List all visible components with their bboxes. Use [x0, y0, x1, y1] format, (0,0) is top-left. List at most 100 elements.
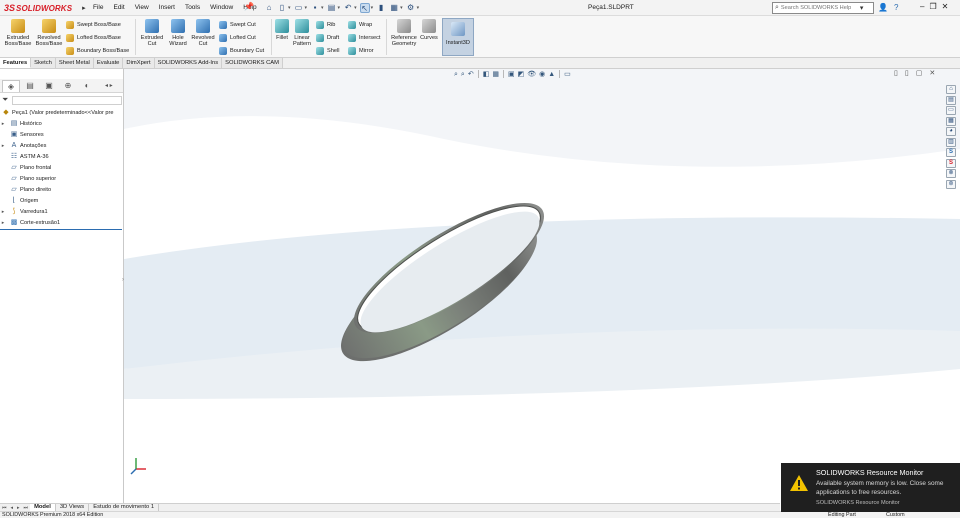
instant3d-button[interactable]: Instant3D: [442, 18, 474, 56]
open-folder-icon[interactable]: ▭: [294, 3, 304, 13]
undo-dropdown-icon[interactable]: ▾: [354, 5, 357, 11]
new-dropdown-icon[interactable]: ▾: [288, 5, 291, 11]
tab-solidworks-add-ins[interactable]: SOLIDWORKS Add-Ins: [154, 58, 223, 68]
file-properties-icon[interactable]: ▦: [389, 3, 399, 13]
save-dropdown-icon[interactable]: ▾: [321, 5, 324, 11]
save-icon[interactable]: ▪: [310, 3, 320, 13]
file-explorer-icon[interactable]: ▭: [946, 106, 956, 115]
lofted-boss-button[interactable]: Lofted Boss/Base: [66, 33, 121, 43]
previous-view-icon[interactable]: ↶: [468, 70, 474, 79]
resource-monitor-notification[interactable]: SOLIDWORKS Resource Monitor Available sy…: [781, 463, 960, 512]
linear-pattern-button[interactable]: Linear Pattern: [291, 19, 313, 48]
lofted-cut-button[interactable]: Lofted Cut: [219, 33, 256, 43]
shell-button[interactable]: Shell: [316, 46, 339, 56]
zoom-to-fit-icon[interactable]: ⌕: [454, 70, 458, 79]
intersect-button[interactable]: Intersect: [348, 33, 380, 43]
edit-appearance-icon[interactable]: ◉: [539, 70, 545, 79]
rib-button[interactable]: Rib: [316, 20, 335, 30]
graphics-area[interactable]: ⌕ ⌕ ↶ ◧ ▦ ▣ ◩ 👁 ◉ ▲ ▭ ▯ ▯ ▢ ✕: [124, 69, 960, 509]
rollback-bar[interactable]: [0, 229, 122, 230]
menu-view[interactable]: View: [130, 3, 154, 13]
restore-icon[interactable]: ❐: [929, 1, 936, 13]
options-gear-icon[interactable]: ⚙: [406, 3, 416, 13]
pin-menu-icon[interactable]: 📌: [244, 2, 254, 11]
tab-motion-study[interactable]: Estudo de movimento 1: [89, 504, 160, 511]
view-orientation-icon[interactable]: ▣: [508, 70, 515, 79]
tree-item-top-plane[interactable]: ▱ Plano superior: [0, 173, 123, 184]
extruded-boss-button[interactable]: Extruded Boss/Base: [3, 19, 33, 48]
status-units[interactable]: Custom: [886, 512, 905, 518]
tab-solidworks-cam[interactable]: SOLIDWORKS CAM: [222, 58, 283, 68]
revolved-boss-button[interactable]: Revolved Boss/Base: [34, 19, 64, 48]
dimxpert-manager-tab-icon[interactable]: ⊕: [59, 80, 77, 92]
filter-icon[interactable]: ⏷: [2, 95, 8, 105]
tab-features[interactable]: Features: [0, 58, 32, 68]
design-library-icon[interactable]: ▤: [946, 95, 956, 105]
help-button[interactable]: ?: [894, 2, 898, 13]
menu-edit[interactable]: Edit: [108, 3, 129, 13]
wrap-button[interactable]: Wrap: [348, 20, 372, 30]
boundary-cut-button[interactable]: Boundary Cut: [219, 46, 264, 56]
rebuild-icon[interactable]: ▮: [376, 3, 386, 13]
display-manager-tab-icon[interactable]: ◐: [78, 80, 96, 92]
view-palette-icon[interactable]: ▦: [946, 116, 956, 126]
logo-menu-arrow-icon[interactable]: ▸: [82, 4, 86, 12]
properties-dropdown-icon[interactable]: ▾: [400, 5, 403, 11]
configuration-manager-tab-icon[interactable]: ▣: [40, 80, 58, 92]
minimize-icon[interactable]: –: [920, 1, 924, 13]
extruded-cut-button[interactable]: Extruded Cut: [138, 19, 166, 48]
user-account-icon[interactable]: 👤: [878, 2, 888, 13]
new-document-icon[interactable]: ▯: [277, 3, 287, 13]
hide-show-items-icon[interactable]: 👁: [527, 70, 536, 79]
menu-tools[interactable]: Tools: [180, 3, 205, 13]
options-dropdown-icon[interactable]: ▾: [417, 5, 420, 11]
3dcontentcentral-icon[interactable]: ⊚: [946, 179, 956, 189]
tree-item-material[interactable]: ☷ ASTM A-36: [0, 151, 123, 162]
hole-wizard-button[interactable]: Hole Wizard: [166, 19, 190, 48]
solidworks-pdm-icon[interactable]: S: [946, 158, 956, 168]
display-style-icon[interactable]: ◩: [518, 70, 525, 79]
expand-arrow-icon[interactable]: ▸: [0, 220, 6, 226]
viewport-restore-icon[interactable]: ▯: [905, 69, 909, 79]
section-view-icon[interactable]: ◧: [483, 70, 490, 79]
viewport-maximize-icon[interactable]: ▢: [916, 69, 923, 79]
feature-filter-field[interactable]: [12, 96, 122, 105]
tab-model[interactable]: Model: [30, 504, 56, 511]
panel-scroll-arrows-icon[interactable]: ◂ ▸: [105, 82, 113, 89]
tab-sketch[interactable]: Sketch: [31, 58, 56, 68]
open-dropdown-icon[interactable]: ▾: [305, 5, 308, 11]
menu-window[interactable]: Window: [205, 3, 238, 13]
feature-tree-tab-icon[interactable]: ◈: [2, 79, 20, 92]
custom-properties-icon[interactable]: ▥: [946, 137, 956, 147]
zoom-to-area-icon[interactable]: ⌕: [461, 70, 465, 79]
tree-item-sensors[interactable]: ▣ Sensores: [0, 129, 123, 140]
tree-item-front-plane[interactable]: ▱ Plano frontal: [0, 162, 123, 173]
tab-sheet-metal[interactable]: Sheet Metal: [55, 58, 94, 68]
solidworks-resources-icon[interactable]: ⌂: [946, 85, 956, 94]
select-dropdown-icon[interactable]: ▾: [371, 5, 374, 11]
solidworks-logo[interactable]: 3S SOLIDWORKS ▸: [4, 2, 86, 14]
menu-file[interactable]: File: [88, 3, 108, 13]
viewport-minimize-icon[interactable]: ▯: [894, 69, 898, 79]
search-dropdown-icon[interactable]: ▾: [860, 4, 864, 12]
close-icon[interactable]: ✕: [942, 1, 949, 13]
fillet-button[interactable]: Fillet: [273, 19, 291, 41]
mirror-button[interactable]: Mirror: [348, 46, 374, 56]
viewport-close-icon[interactable]: ✕: [929, 69, 935, 79]
print-dropdown-icon[interactable]: ▾: [338, 5, 341, 11]
tab-evaluate[interactable]: Evaluate: [93, 58, 124, 68]
expand-arrow-icon[interactable]: ▸: [0, 121, 6, 127]
expand-arrow-icon[interactable]: ▸: [0, 209, 6, 215]
tree-item-origin[interactable]: ⌊ Origem: [0, 195, 123, 206]
apply-scene-icon[interactable]: ▲: [548, 70, 555, 79]
tree-item-history[interactable]: ▸ ▤ Histórico: [0, 118, 123, 129]
reference-geometry-button[interactable]: Reference Geometry: [389, 19, 419, 48]
tree-item-right-plane[interactable]: ▱ Plano direito: [0, 184, 123, 195]
last-tab-arrow-icon[interactable]: ⏭: [22, 505, 31, 511]
tab-3d-views[interactable]: 3D Views: [56, 504, 90, 511]
first-tab-arrow-icon[interactable]: ⏮: [0, 505, 9, 511]
swept-cut-button[interactable]: Swept Cut: [219, 20, 256, 30]
undo-icon[interactable]: ↶: [343, 3, 353, 13]
curves-button[interactable]: Curves: [419, 19, 439, 41]
swept-boss-button[interactable]: Swept Boss/Base: [66, 20, 121, 30]
